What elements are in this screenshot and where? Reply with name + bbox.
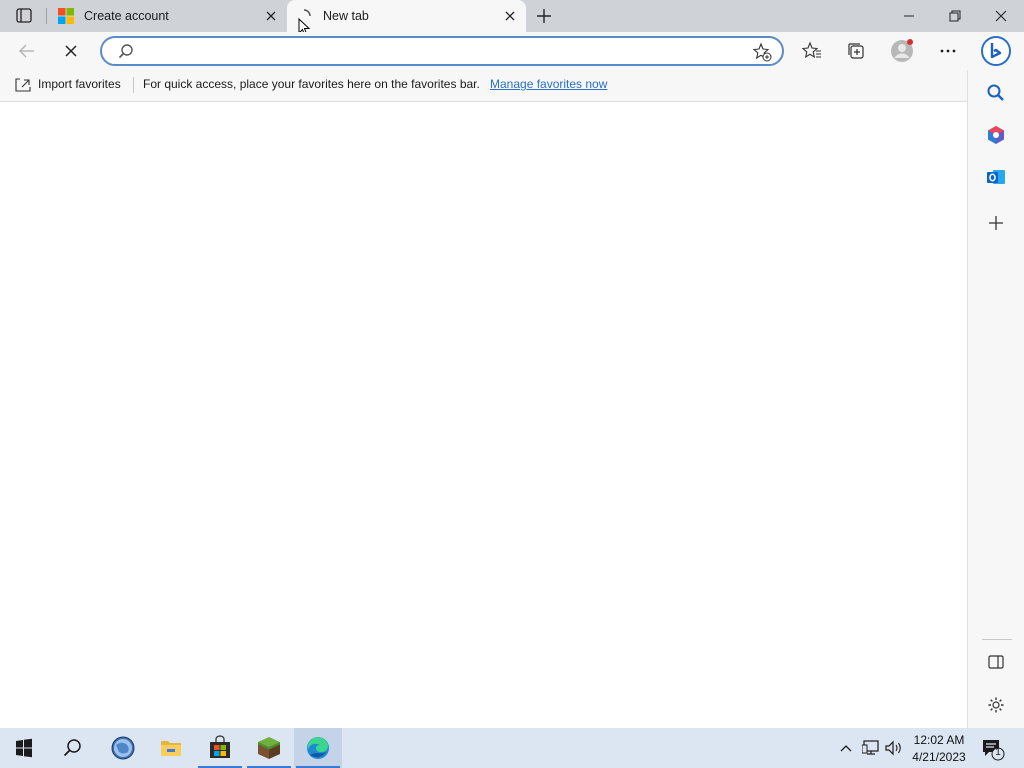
notification-count: 1: [995, 747, 1001, 758]
tab-create-account[interactable]: Create account: [48, 0, 286, 32]
browser-toolbar: [0, 32, 1024, 70]
close-tab-icon[interactable]: [263, 8, 279, 24]
minecraft-icon[interactable]: [245, 728, 293, 768]
address-input[interactable]: [142, 42, 742, 60]
minimize-button[interactable]: [890, 0, 928, 32]
notification-center-icon[interactable]: 1: [980, 737, 1006, 761]
tab-new-tab[interactable]: New tab: [287, 0, 526, 32]
new-tab-button[interactable]: [534, 6, 554, 26]
edge-sidebar: [967, 70, 1024, 728]
title-bar: Create account New tab: [0, 0, 1024, 37]
taskbar: 12:02 AM 4/21/2023 1: [0, 728, 1024, 768]
import-favorites-icon: [14, 77, 32, 93]
manage-favorites-link[interactable]: Manage favorites now: [490, 77, 607, 91]
favorites-bar: Import favorites For quick access, place…: [0, 70, 968, 102]
sidebar-settings-icon[interactable]: [987, 696, 1005, 714]
file-explorer-icon[interactable]: [147, 728, 195, 768]
import-favorites-button[interactable]: Import favorites: [38, 77, 121, 91]
tab-separator: [46, 8, 47, 24]
show-hidden-icons-icon[interactable]: [838, 740, 854, 756]
collections-icon[interactable]: [845, 40, 867, 62]
close-window-button[interactable]: [982, 0, 1020, 32]
hide-sidebar-icon[interactable]: [987, 653, 1005, 671]
sidebar-add-icon[interactable]: [986, 213, 1006, 233]
clock-time[interactable]: 12:02 AM: [904, 733, 974, 747]
sidebar-search-icon[interactable]: [986, 83, 1006, 103]
page-content: [0, 103, 967, 728]
tab-actions-icon[interactable]: [14, 7, 34, 25]
address-bar[interactable]: [100, 36, 784, 66]
edge-browser-icon[interactable]: [294, 728, 342, 768]
taskbar-app-globe-icon[interactable]: [99, 728, 147, 768]
network-icon[interactable]: [862, 739, 882, 757]
bing-chat-icon[interactable]: [981, 35, 1011, 67]
favorites-icon[interactable]: [801, 40, 823, 62]
restore-button[interactable]: [936, 0, 974, 32]
add-favorite-icon[interactable]: [752, 42, 772, 62]
close-tab-icon[interactable]: [502, 8, 518, 24]
sidebar-divider: [982, 639, 1012, 640]
sidebar-office-icon[interactable]: [986, 125, 1006, 145]
back-button[interactable]: [16, 41, 38, 61]
microsoft-logo-icon: [58, 8, 74, 24]
favorites-bar-message: For quick access, place your favorites h…: [143, 77, 480, 91]
tab-label: New tab: [323, 9, 369, 23]
microsoft-store-icon[interactable]: [196, 728, 244, 768]
start-button[interactable]: [0, 728, 48, 768]
search-icon: [118, 43, 134, 59]
clock-date[interactable]: 4/21/2023: [904, 750, 974, 764]
divider: [133, 77, 134, 93]
profile-avatar[interactable]: [890, 39, 914, 63]
sidebar-outlook-icon[interactable]: [986, 167, 1006, 187]
taskbar-search-icon[interactable]: [48, 728, 96, 768]
volume-icon[interactable]: [884, 739, 904, 757]
stop-loading-button[interactable]: [61, 41, 81, 61]
tab-label: Create account: [84, 9, 169, 23]
settings-and-more-icon[interactable]: [937, 41, 959, 61]
